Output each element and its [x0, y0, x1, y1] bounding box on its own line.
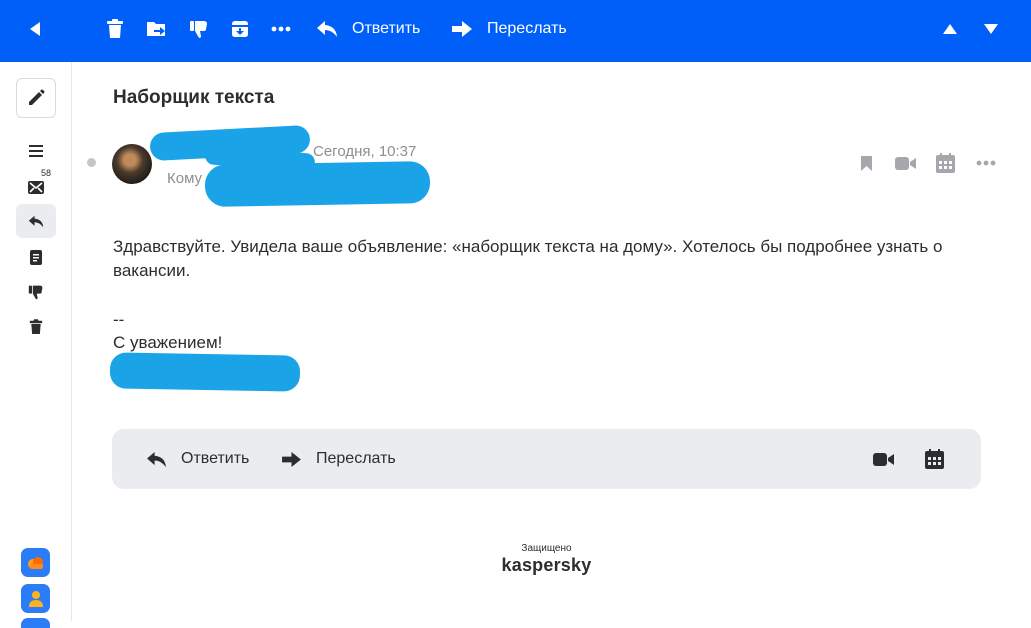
- bookmark-icon: [861, 155, 872, 171]
- reply-button[interactable]: Ответить: [316, 0, 420, 58]
- message-body: Здравствуйте. Увидела ваше объявление: «…: [113, 237, 943, 280]
- compose-button[interactable]: [16, 78, 56, 118]
- triangle-up-icon: [943, 24, 957, 34]
- more-apps-button[interactable]: [21, 618, 50, 628]
- message-subject: Наборщик текста: [113, 87, 275, 108]
- drafts-button[interactable]: [16, 240, 56, 274]
- document-icon: [30, 249, 42, 265]
- inbox-button[interactable]: 58: [16, 168, 56, 204]
- quick-calendar-button[interactable]: [925, 429, 944, 489]
- previous-message-button[interactable]: [942, 0, 958, 58]
- bookmark-button[interactable]: [860, 152, 873, 174]
- quick-video-call-button[interactable]: [873, 429, 895, 489]
- contacts-app-button[interactable]: [21, 584, 50, 613]
- person-icon: [28, 590, 43, 607]
- forward-arrow-icon: [282, 451, 301, 467]
- delete-button[interactable]: [106, 0, 124, 58]
- reply-icon: [317, 21, 337, 37]
- reply-label: Ответить: [352, 20, 421, 37]
- recipient-label: Кому: [167, 170, 203, 187]
- envelope-icon: [28, 180, 44, 194]
- archive-button[interactable]: [230, 0, 250, 58]
- menu-icon: [29, 145, 43, 157]
- triangle-down-icon: [984, 24, 998, 34]
- trash-icon: [29, 319, 43, 334]
- reply-label: Ответить: [181, 450, 250, 467]
- signature-text: С уважением!: [113, 333, 223, 352]
- archive-icon: [232, 21, 248, 37]
- sender-avatar[interactable]: [112, 144, 152, 184]
- trash-icon: [107, 19, 123, 38]
- message-more-button[interactable]: [976, 152, 996, 174]
- back-button[interactable]: [28, 0, 42, 58]
- back-arrow-icon: [30, 22, 40, 36]
- move-to-folder-button[interactable]: [146, 0, 168, 58]
- redacted-recipient: [204, 161, 431, 207]
- forward-label: Переслать: [487, 20, 567, 37]
- unread-count-badge: 58: [41, 168, 52, 178]
- reply-icon: [147, 451, 166, 467]
- video-camera-icon: [873, 452, 894, 466]
- quick-reply-panel: Ответить Переслать: [112, 429, 981, 489]
- message-date: Сегодня, 10:37: [313, 143, 417, 160]
- more-dots-icon: [976, 160, 996, 166]
- forward-arrow-icon: [452, 21, 472, 37]
- pencil-icon: [29, 89, 45, 105]
- video-call-button[interactable]: [895, 152, 917, 174]
- calendar-button[interactable]: [936, 152, 955, 174]
- calendar-icon: [936, 153, 955, 173]
- move-folder-icon: [147, 22, 165, 36]
- kaspersky-logo: kaspersky: [501, 555, 592, 575]
- left-sidebar: 58: [0, 62, 72, 628]
- next-message-button[interactable]: [983, 0, 999, 58]
- forward-button[interactable]: Переслать: [451, 0, 567, 58]
- thumbs-down-icon: [190, 21, 207, 38]
- read-status-dot[interactable]: [87, 158, 96, 167]
- protected-label: Защищено: [521, 543, 572, 554]
- menu-button[interactable]: [16, 134, 56, 168]
- more-button[interactable]: [271, 0, 291, 58]
- more-dots-icon: [271, 26, 291, 32]
- trash-folder-button[interactable]: [16, 310, 56, 344]
- spam-folder-button[interactable]: [16, 275, 56, 309]
- video-camera-icon: [895, 156, 916, 170]
- reply-icon: [28, 215, 44, 227]
- quick-forward-button[interactable]: Переслать: [281, 429, 396, 489]
- top-toolbar: Ответить Переслать: [0, 0, 1031, 62]
- thumbs-down-icon: [28, 285, 43, 300]
- calendar-icon: [925, 449, 944, 469]
- spam-button[interactable]: [189, 0, 209, 58]
- signature-separator: --: [113, 310, 125, 329]
- quick-reply-button[interactable]: Ответить: [146, 429, 249, 489]
- sent-button[interactable]: [16, 204, 56, 238]
- forward-label: Переслать: [316, 450, 396, 467]
- redacted-signature-name: [109, 352, 301, 392]
